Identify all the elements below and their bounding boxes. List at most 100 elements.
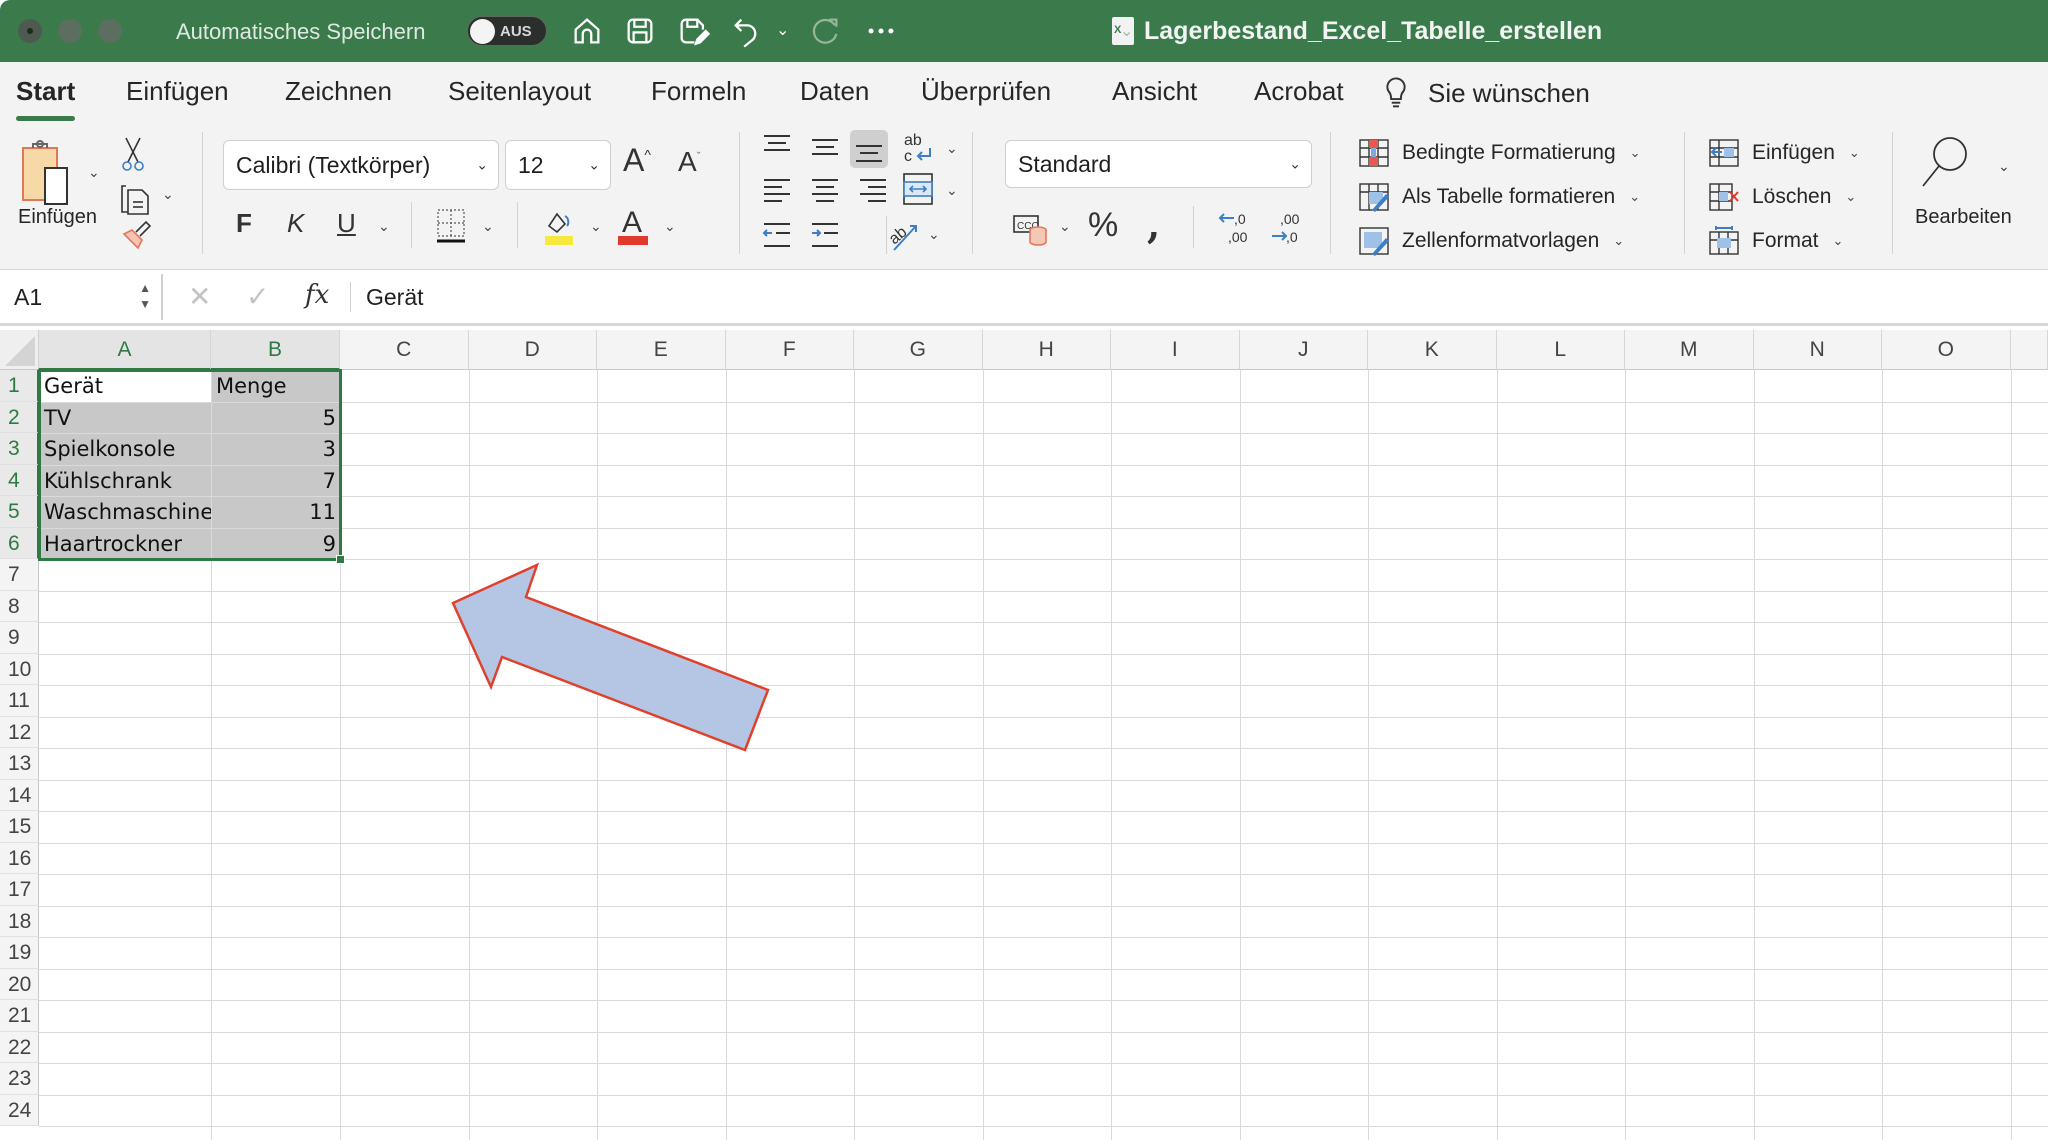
cell-b4[interactable]: 7	[212, 465, 340, 496]
align-middle-icon[interactable]	[808, 132, 842, 162]
row-header-3[interactable]: 3	[0, 433, 39, 465]
font-color-dropdown-chevron-icon[interactable]: ⌄	[664, 218, 676, 235]
fill-color-icon[interactable]	[543, 206, 575, 246]
tab-einfuegen[interactable]: Einfügen	[126, 76, 229, 107]
row-header-1[interactable]: 1	[0, 370, 39, 402]
align-bottom-icon[interactable]	[850, 130, 888, 168]
increase-decimal-icon[interactable]: ,0,00	[1218, 208, 1254, 246]
align-right-icon[interactable]	[856, 174, 890, 204]
row-header-4[interactable]: 4	[0, 464, 39, 496]
fill-handle[interactable]	[336, 555, 345, 564]
tab-start[interactable]: Start	[16, 76, 76, 121]
comma-style-button[interactable]: ,	[1147, 202, 1160, 247]
cell-a2[interactable]: TV	[40, 402, 211, 433]
bold-button[interactable]: F	[236, 208, 252, 239]
tab-daten[interactable]: Daten	[800, 76, 869, 107]
insert-function-icon[interactable]: fx	[305, 280, 329, 310]
spreadsheet-grid[interactable]: ABCDEFGHIJKLMNO 1 2 3 4 5 6 7 8 9 10 11 12 13 14 15 16 1…	[0, 330, 2048, 1140]
merge-dropdown-chevron-icon[interactable]: ⌄	[946, 182, 958, 199]
undo-icon[interactable]	[730, 14, 764, 48]
column-header-d[interactable]: D	[468, 330, 597, 370]
cell-b6[interactable]: 9	[212, 528, 340, 559]
tab-zeichnen[interactable]: Zeichnen	[285, 76, 392, 107]
conditional-formatting-button[interactable]: Bedingte Formatierung ⌄	[1358, 138, 1641, 168]
row-header-24[interactable]: 24	[0, 1094, 39, 1126]
borders-icon[interactable]	[436, 208, 466, 244]
column-header-f[interactable]: F	[725, 330, 854, 370]
format-cells-button[interactable]: Format ⌄	[1708, 226, 1843, 256]
column-header-o[interactable]: O	[1882, 330, 2011, 370]
row-header-13[interactable]: 13	[0, 748, 39, 780]
row-header-9[interactable]: 9	[0, 622, 39, 654]
column-header-j[interactable]: J	[1239, 330, 1368, 370]
row-header-5[interactable]: 5	[0, 496, 39, 528]
maximize-window-button[interactable]	[98, 19, 122, 43]
tab-ansicht[interactable]: Ansicht	[1112, 76, 1197, 107]
decrease-decimal-icon[interactable]: ,00,0	[1270, 208, 1306, 246]
row-header-12[interactable]: 12	[0, 716, 39, 748]
increase-font-size-icon[interactable]: A^	[623, 142, 651, 179]
row-header-16[interactable]: 16	[0, 842, 39, 874]
number-format-dropdown[interactable]: Standard ⌄	[1005, 140, 1312, 188]
cell-b2[interactable]: 5	[212, 402, 340, 433]
row-header-11[interactable]: 11	[0, 685, 39, 717]
copy-icon[interactable]	[118, 180, 154, 216]
underline-button[interactable]: U	[337, 208, 356, 239]
column-header-e[interactable]: E	[597, 330, 726, 370]
align-left-icon[interactable]	[760, 174, 794, 204]
document-title[interactable]: Lagerbestand_Excel_Tabelle_erstellen ⌄	[1112, 14, 1602, 48]
italic-button[interactable]: K	[287, 208, 304, 239]
paste-label[interactable]: Einfügen	[18, 206, 97, 229]
tab-acrobat[interactable]: Acrobat	[1254, 76, 1344, 107]
font-color-icon[interactable]: A	[616, 204, 650, 246]
decrease-indent-icon[interactable]	[760, 220, 794, 250]
editing-dropdown-chevron-icon[interactable]: ⌄	[1998, 158, 2010, 175]
row-header-14[interactable]: 14	[0, 779, 39, 811]
home-icon[interactable]	[570, 14, 604, 48]
row-header-20[interactable]: 20	[0, 968, 39, 1000]
formula-input[interactable]: Gerät	[366, 284, 424, 311]
borders-dropdown-chevron-icon[interactable]: ⌄	[482, 218, 494, 235]
close-window-button[interactable]	[18, 19, 42, 43]
cell-b3[interactable]: 3	[212, 434, 340, 465]
format-as-table-button[interactable]: Als Tabelle formatieren ⌄	[1358, 182, 1640, 212]
cell-b5[interactable]: 11	[212, 497, 340, 528]
wrap-text-dropdown-chevron-icon[interactable]: ⌄	[946, 140, 958, 157]
column-header-n[interactable]: N	[1753, 330, 1882, 370]
row-header-2[interactable]: 2	[0, 401, 39, 433]
enter-formula-icon[interactable]: ✓	[246, 280, 269, 313]
tab-seitenlayout[interactable]: Seitenlayout	[448, 76, 591, 107]
increase-indent-icon[interactable]	[808, 220, 842, 250]
cell-a5[interactable]: Waschmaschine	[40, 497, 211, 528]
more-icon[interactable]	[864, 14, 898, 48]
align-top-icon[interactable]	[760, 132, 794, 162]
column-header-g[interactable]: G	[854, 330, 983, 370]
cell-a1[interactable]: Gerät	[40, 371, 211, 402]
wrap-text-icon[interactable]: ab c	[902, 130, 936, 166]
cut-icon[interactable]	[120, 136, 146, 172]
paste-icon[interactable]	[20, 140, 70, 210]
underline-dropdown-chevron-icon[interactable]: ⌄	[378, 218, 390, 235]
row-header-18[interactable]: 18	[0, 905, 39, 937]
paste-dropdown-chevron-icon[interactable]: ⌄	[88, 164, 100, 181]
cell-a6[interactable]: Haartrockner	[40, 528, 211, 559]
row-header-19[interactable]: 19	[0, 937, 39, 969]
column-header-h[interactable]: H	[982, 330, 1111, 370]
column-header-b[interactable]: B	[211, 330, 340, 370]
copy-dropdown-chevron-icon[interactable]: ⌄	[162, 186, 174, 203]
row-header-21[interactable]: 21	[0, 1000, 39, 1032]
accounting-format-icon[interactable]: CCC	[1012, 210, 1048, 246]
cell-styles-button[interactable]: Zellenformatvorlagen ⌄	[1358, 226, 1624, 256]
save-icon[interactable]	[623, 14, 657, 48]
tab-ueberpruefen[interactable]: Überprüfen	[921, 76, 1051, 107]
column-header-c[interactable]: C	[340, 330, 469, 370]
cancel-formula-icon[interactable]: ✕	[188, 280, 211, 313]
insert-cells-button[interactable]: Einfügen ⌄	[1708, 138, 1860, 168]
delete-cells-button[interactable]: Löschen ⌄	[1708, 182, 1856, 212]
row-header-17[interactable]: 17	[0, 874, 39, 906]
row-header-8[interactable]: 8	[0, 590, 39, 622]
column-header-k[interactable]: K	[1368, 330, 1497, 370]
row-header-15[interactable]: 15	[0, 811, 39, 843]
column-header-m[interactable]: M	[1625, 330, 1754, 370]
cell-b1[interactable]: Menge	[212, 371, 340, 402]
